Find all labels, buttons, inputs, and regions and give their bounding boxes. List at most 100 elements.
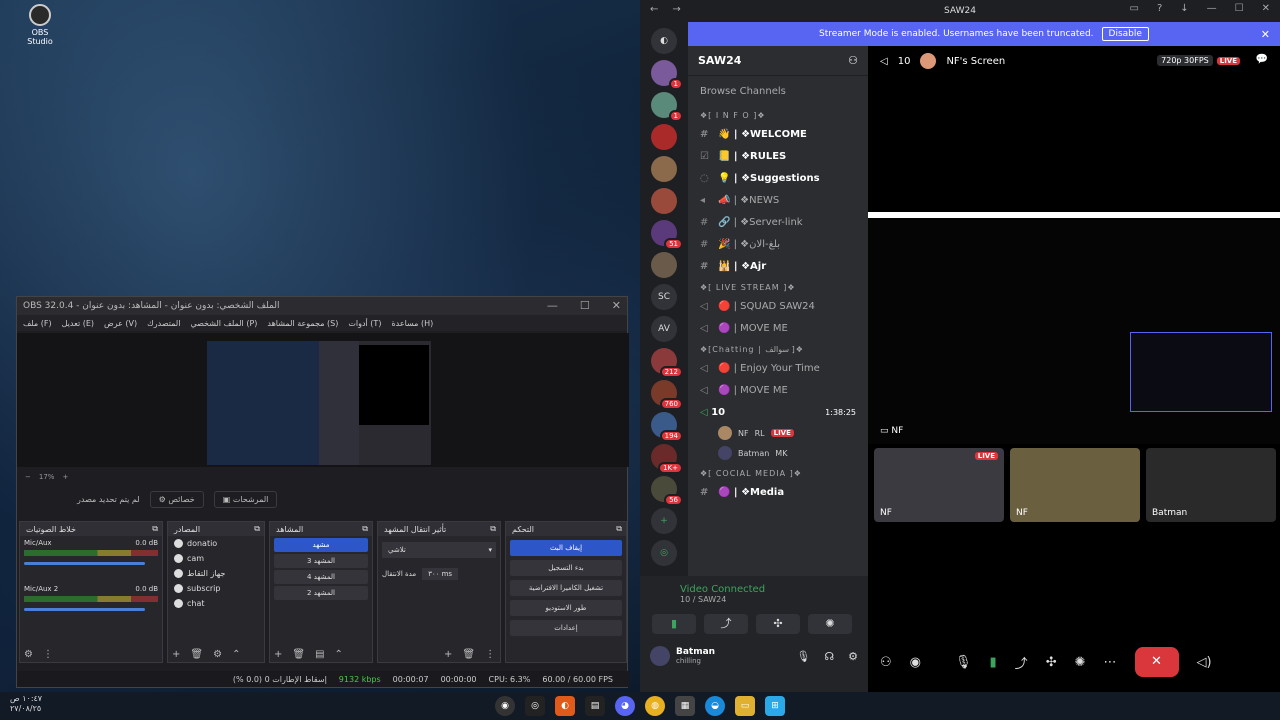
- server-icon[interactable]: 51: [651, 220, 683, 250]
- discover-icon[interactable]: ◎: [651, 540, 677, 566]
- participant-tile[interactable]: NF: [1010, 448, 1140, 522]
- trash-icon[interactable]: 🗑: [190, 649, 203, 660]
- menu-file[interactable]: ملف (F): [23, 319, 52, 328]
- folder-icon[interactable]: ▭: [735, 696, 755, 716]
- gear-icon[interactable]: ⚙: [213, 649, 222, 660]
- mixer-settings-icon[interactable]: ⚙: [24, 649, 33, 660]
- dock-menu-icon[interactable]: ⧉: [490, 524, 496, 534]
- menu-edit[interactable]: تعديل (E): [62, 319, 94, 328]
- voice-channel[interactable]: ◁ 🟣 | MOVE ME: [688, 379, 868, 401]
- gear-icon[interactable]: ⚙: [848, 650, 858, 663]
- server-icon[interactable]: 56: [651, 476, 683, 506]
- dock-menu-icon[interactable]: ⧉: [254, 524, 260, 534]
- chat-icon[interactable]: 💬: [1256, 54, 1268, 65]
- category-live-stream[interactable]: ❖[ LIVE STREAM ]❖: [688, 277, 868, 295]
- close-icon[interactable]: ✕: [1261, 28, 1270, 41]
- channel-welcome[interactable]: # 👋 | ❖WELCOME: [688, 123, 868, 145]
- menu-view[interactable]: عرض (V): [104, 319, 137, 328]
- trash-icon[interactable]: 🗑: [292, 649, 305, 660]
- dock-menu-icon[interactable]: ⧉: [616, 524, 622, 534]
- zoom-out-icon[interactable]: −: [25, 473, 31, 481]
- server-icon[interactable]: 194: [651, 412, 683, 442]
- duration-input[interactable]: ٣٠٠ ms: [422, 568, 459, 580]
- forward-arrow-icon[interactable]: →: [672, 4, 680, 15]
- inbox-icon[interactable]: ▭: [1129, 3, 1138, 14]
- source-item[interactable]: subscrip: [168, 581, 264, 596]
- app-icon[interactable]: ◐: [555, 696, 575, 716]
- camera-button[interactable]: ▮: [652, 614, 696, 634]
- disable-streamer-button[interactable]: Disable: [1101, 27, 1149, 41]
- voice-channel[interactable]: ◁ 🟣 | MOVE ME: [688, 317, 868, 339]
- active-voice-channel[interactable]: ◁ 10 1:38:25: [688, 401, 868, 423]
- channel-report[interactable]: # 🎉 | ❖بلغ-الان: [688, 233, 868, 255]
- scene-item[interactable]: المشهد 3: [274, 554, 368, 568]
- category-social[interactable]: ❖[ COCIAL MEDIA ]❖: [688, 463, 868, 481]
- server-icon[interactable]: 760: [651, 380, 683, 410]
- server-icon[interactable]: SC: [651, 284, 677, 310]
- soundboard-button[interactable]: ✺: [808, 614, 852, 634]
- trash-icon[interactable]: 🗑: [462, 649, 475, 660]
- add-icon[interactable]: +: [274, 649, 282, 660]
- up-icon[interactable]: ⌃: [335, 649, 343, 660]
- scene-item[interactable]: مشهد: [274, 538, 368, 552]
- category-info[interactable]: ❖[ I N F O ]❖: [688, 105, 868, 123]
- back-arrow-icon[interactable]: ←: [650, 4, 658, 15]
- participant-tile[interactable]: Batman: [1146, 448, 1276, 522]
- filter-icon[interactable]: ▤: [315, 649, 324, 660]
- obs-window[interactable]: OBS 32.0.4 - الملف الشخصي: بدون عنوان - …: [16, 296, 629, 688]
- shared-screen[interactable]: ▭ NF: [868, 212, 1280, 444]
- screen-share-button[interactable]: ⤴: [704, 614, 748, 634]
- channel-suggestions[interactable]: ◌ 💡 | ❖Suggestions: [688, 167, 868, 189]
- scene-item[interactable]: المشهد 2: [274, 586, 368, 600]
- server-icon[interactable]: [651, 252, 677, 278]
- more-icon[interactable]: ⋮: [43, 649, 53, 660]
- headphones-icon[interactable]: ☊: [824, 650, 834, 663]
- voice-channel[interactable]: ◁ 🔴 | Enjoy Your Time: [688, 357, 868, 379]
- server-icon[interactable]: AV: [651, 316, 677, 342]
- volume-slider[interactable]: [24, 608, 145, 611]
- server-icon[interactable]: 1: [651, 92, 683, 122]
- virtual-camera-button[interactable]: تشغيل الكاميرا الافتراضية: [510, 580, 622, 596]
- source-item[interactable]: cam: [168, 551, 264, 566]
- epic-icon[interactable]: ▤: [585, 696, 605, 716]
- screen-share-icon[interactable]: ⤴: [1015, 653, 1028, 672]
- store-icon[interactable]: ▦: [675, 696, 695, 716]
- camera-icon[interactable]: ▮: [990, 655, 997, 670]
- up-icon[interactable]: ⌃: [232, 649, 240, 660]
- stop-streaming-button[interactable]: إيقاف البث: [510, 540, 622, 556]
- avatar[interactable]: [650, 646, 670, 666]
- settings-button[interactable]: إعدادات: [510, 620, 622, 636]
- microphone-icon[interactable]: 🎙: [955, 655, 972, 670]
- channel-news[interactable]: ◂ 📣 | ❖NEWS: [688, 189, 868, 211]
- add-server-icon[interactable]: +: [651, 508, 677, 534]
- chrome-icon[interactable]: ◍: [645, 696, 665, 716]
- avatar-icon[interactable]: ◉: [910, 655, 921, 670]
- menu-profile[interactable]: الملف الشخصي (P): [190, 319, 257, 328]
- edge-icon[interactable]: ◒: [705, 696, 725, 716]
- source-item[interactable]: chat: [168, 596, 264, 611]
- server-header[interactable]: SAW24 ⚇: [688, 46, 868, 76]
- minimize-icon[interactable]: —: [1207, 3, 1217, 14]
- server-icon[interactable]: [651, 188, 677, 214]
- steam-icon[interactable]: ◎: [525, 696, 545, 716]
- soundboard-icon[interactable]: ✺: [1075, 655, 1086, 670]
- server-icon-active[interactable]: [651, 124, 677, 150]
- discord-home-icon[interactable]: ◐: [651, 28, 677, 54]
- volume-icon[interactable]: ◁): [1197, 655, 1212, 670]
- download-icon[interactable]: ↓: [1180, 3, 1188, 14]
- volume-slider[interactable]: [24, 562, 145, 565]
- menu-tools[interactable]: أدوات (T): [348, 319, 381, 328]
- maximize-icon[interactable]: ☐: [580, 299, 590, 312]
- minimize-icon[interactable]: —: [547, 299, 558, 312]
- more-icon[interactable]: ⋯: [1104, 655, 1117, 670]
- dock-menu-icon[interactable]: ⧉: [152, 524, 158, 534]
- add-icon[interactable]: +: [172, 649, 180, 660]
- menu-docks[interactable]: المتصدرك: [147, 319, 180, 328]
- filters-button[interactable]: ▣ المرشحات: [213, 490, 278, 508]
- start-recording-button[interactable]: بدء التسجيل: [510, 560, 622, 576]
- add-friends-icon[interactable]: ⚇: [880, 655, 892, 670]
- scene-item[interactable]: المشهد 4: [274, 570, 368, 584]
- maximize-icon[interactable]: ☐: [1235, 3, 1244, 14]
- discord-taskbar-icon[interactable]: ◕: [615, 696, 635, 716]
- voice-user[interactable]: NF RL LIVE: [688, 423, 868, 443]
